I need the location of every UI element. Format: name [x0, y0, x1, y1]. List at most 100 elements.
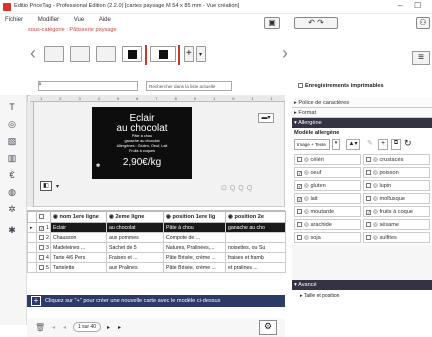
cell[interactable]: ganache au cho — [225, 222, 286, 233]
minimize-button[interactable]: – — [398, 1, 402, 10]
allergen-fruits-a-coque[interactable]: ✓ ◎ fruits à coque — [363, 206, 430, 217]
allergen-crustaces[interactable]: ◎ crustacés — [363, 154, 430, 165]
align-dropdown-icon[interactable]: ▾ — [56, 183, 59, 190]
cell[interactable]: Sachet de 5 — [106, 242, 164, 253]
image-tool-icon[interactable]: ▧ — [5, 134, 19, 148]
edit-icon[interactable]: ✎ — [367, 139, 373, 147]
cell[interactable]: aux Pralines — [106, 262, 164, 273]
shape-tool-icon[interactable]: ◎ — [5, 117, 19, 131]
row-checkbox[interactable]: 4 — [36, 252, 51, 263]
menu-fichier[interactable]: Fichier — [5, 17, 23, 23]
allergen-soja[interactable]: ◎ soja — [294, 232, 361, 243]
canvas-menu-button[interactable]: ▬▾ — [258, 113, 274, 123]
table-row[interactable]: 4 Tarte 4/6 Pers Fraises et ... Pâte Bri… — [27, 252, 286, 263]
cell[interactable]: et pralines ... — [225, 262, 286, 273]
cell[interactable] — [225, 232, 286, 243]
price-tool-icon[interactable]: € — [5, 168, 19, 182]
settings-icon[interactable]: ⚙ — [259, 320, 277, 335]
cell[interactable]: aux pommes — [106, 232, 164, 243]
printable-toggle[interactable]: Enregistrements imprimables — [292, 80, 432, 94]
row-checkbox[interactable]: ✓ 1 — [36, 222, 51, 233]
label-preview[interactable]: Eclair au chocolat Pâte à chou ganache a… — [92, 107, 192, 179]
allergen-celeri[interactable]: ◎ céléri — [294, 154, 361, 165]
stamp-tool-icon[interactable]: ✲ — [5, 202, 19, 216]
header-col-3[interactable]: ◉ position 1ere lig — [163, 211, 226, 223]
chevron-right-icon[interactable]: › — [282, 44, 288, 62]
add-card-button[interactable]: + — [184, 46, 194, 62]
maximize-button[interactable]: ☐ — [414, 1, 421, 10]
cell[interactable]: Chausson — [50, 232, 107, 243]
template-card-1[interactable] — [44, 46, 64, 62]
page-indicator[interactable]: 1 sur 40 — [73, 322, 101, 332]
user-icon[interactable]: ⚇ — [416, 17, 430, 29]
section-allergen[interactable]: ▾ Allergène — [292, 118, 432, 128]
header-col-1[interactable]: ◉ nom 1ere ligne — [50, 211, 107, 223]
header-col-2[interactable]: ◉ 2eme ligne — [106, 211, 164, 223]
cell[interactable]: Compote de ... — [163, 232, 226, 243]
display-mode-select[interactable]: Image + Texte — [294, 139, 330, 150]
header-checkbox[interactable] — [36, 211, 51, 223]
chevron-left-icon[interactable]: ‹ — [30, 44, 36, 62]
cell[interactable]: Natures, Pralinées,... — [163, 242, 226, 253]
allergen-lupin[interactable]: ◎ lupin — [363, 180, 430, 191]
star-icon[interactable]: ✱ — [5, 223, 19, 237]
section-advanced[interactable]: ▾ Avancé — [292, 280, 432, 290]
cell[interactable]: Eclair — [50, 222, 107, 233]
allergen-sulfites[interactable]: ◎ sulfites — [363, 232, 430, 243]
prev-page-button[interactable]: ◂ — [52, 324, 55, 331]
cell[interactable]: Fraises et ... — [106, 252, 164, 263]
logo-tool-icon[interactable]: ◍ — [5, 185, 19, 199]
size-position-item[interactable]: ▸ Taille et position — [292, 290, 432, 300]
add-record-button[interactable]: + — [31, 296, 41, 306]
row-checkbox[interactable]: 5 — [36, 262, 51, 273]
first-page-button[interactable]: ◂ — [63, 324, 66, 331]
menu-vue[interactable]: Vue — [74, 17, 84, 23]
template-card-2[interactable] — [70, 46, 90, 62]
row-checkbox[interactable]: 2 — [36, 232, 51, 243]
template-card-4[interactable] — [122, 46, 142, 62]
search-scope-select[interactable]: Rechercher dans la liste actuelle — [146, 81, 232, 91]
allergen-gluten[interactable]: ✓ ◎ gluten — [294, 180, 361, 191]
allergen-mollusque[interactable]: ◎ mollusque — [363, 193, 430, 204]
save-icon[interactable]: ▣ — [264, 17, 280, 29]
align-icon[interactable]: ◧ — [40, 181, 52, 191]
allergen-poisson[interactable]: ◎ poisson — [363, 167, 430, 178]
cell[interactable]: au chocolat — [106, 222, 164, 233]
allergen-sesame[interactable]: ◎ sésame — [363, 219, 430, 230]
cell[interactable]: Tartelette — [50, 262, 107, 273]
row-checkbox[interactable]: 3 — [36, 242, 51, 253]
next-page-button[interactable]: ▸ — [107, 324, 110, 331]
cell[interactable]: Madeleines ... — [50, 242, 107, 253]
menu-modifier[interactable]: Modifier — [38, 17, 59, 23]
barcode-tool-icon[interactable]: ▥ — [5, 151, 19, 165]
allergen-oeuf[interactable]: ✓ ◎ oeuf — [294, 167, 361, 178]
menu-aide[interactable]: Aide — [99, 17, 111, 23]
cell[interactable]: Tarte 4/6 Pers — [50, 252, 107, 263]
template-card-3[interactable] — [96, 46, 116, 62]
zoom-controls[interactable]: ⊡QQQ — [221, 184, 255, 192]
cell[interactable]: noisettes, ou Su — [225, 242, 286, 253]
undo-redo-buttons[interactable]: ↶ ↷ — [294, 17, 338, 29]
cell[interactable]: Pâte Brisée, crème ... — [163, 252, 226, 263]
table-row[interactable]: 2 Chausson aux pommes Compote de ... — [27, 232, 286, 243]
trash-icon[interactable]: 🗑 — [35, 323, 45, 332]
table-row[interactable]: 5 Tartelette aux Pralines Pâte Brisée, c… — [27, 262, 286, 273]
last-page-button[interactable]: ▸ — [118, 324, 121, 331]
header-col-4[interactable]: ◉ position 2e — [225, 211, 286, 223]
cell[interactable]: Pâte Brisée, crème ... — [163, 262, 226, 273]
copy-icon[interactable]: ⧉ — [391, 139, 401, 150]
cell[interactable]: Pâte à chou — [163, 222, 226, 233]
table-row[interactable]: ▸ ✓ 1 Eclair au chocolat Pâte à chou gana… — [27, 222, 286, 233]
table-row[interactable]: 3 Madeleines ... Sachet de 5 Natures, Pr… — [27, 242, 286, 253]
dropdown-button[interactable]: ▾ — [196, 46, 206, 62]
text-tool-icon[interactable]: T — [5, 100, 19, 114]
template-card-selected[interactable] — [150, 46, 176, 62]
color-picker-icon[interactable]: ▲▾ — [346, 139, 360, 150]
menu-lines-icon[interactable]: ≡ — [412, 51, 430, 65]
search-input[interactable] — [38, 81, 138, 91]
section-format[interactable]: ▸ Format — [292, 108, 432, 118]
allergen-moutarde[interactable]: ◎ moutarde — [294, 206, 361, 217]
add-icon[interactable]: + — [378, 139, 388, 150]
cell[interactable]: fraises et framb — [225, 252, 286, 263]
allergen-arachide[interactable]: ◎ arachide — [294, 219, 361, 230]
